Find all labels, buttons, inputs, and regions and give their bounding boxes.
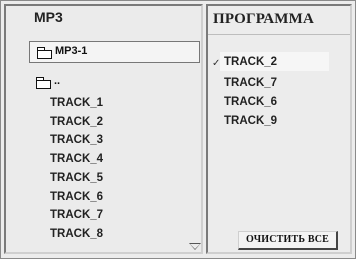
program-list-item[interactable]: TRACK_7 xyxy=(224,77,277,89)
scroll-down-icon[interactable] xyxy=(189,243,201,250)
clear-all-button[interactable]: ОЧИСТИТЬ ВСЕ xyxy=(238,231,338,250)
track-list-item[interactable]: TRACK_1 xyxy=(50,97,103,109)
track-list-item[interactable]: TRACK_6 xyxy=(50,191,103,203)
program-list-item[interactable]: TRACK_9 xyxy=(224,115,277,127)
folder-icon xyxy=(36,77,51,89)
mp3-panel: MP3 MP3-1 .. TRACK_1 TRACK_2 TRACK_3 TRA… xyxy=(4,4,203,254)
program-list-item[interactable]: TRACK_2 xyxy=(224,56,277,68)
current-folder-label: MP3-1 xyxy=(55,45,88,57)
check-icon: ✓ xyxy=(212,58,221,69)
track-list-item[interactable]: TRACK_5 xyxy=(50,172,103,184)
folder-icon xyxy=(37,47,52,59)
track-list-item[interactable]: TRACK_8 xyxy=(50,228,103,240)
mp3-panel-title: MP3 xyxy=(34,9,63,25)
program-panel-divider xyxy=(208,34,350,35)
program-panel: ПРОГРАММА ✓ TRACK_2 TRACK_7 TRACK_6 TRAC… xyxy=(206,4,352,254)
current-folder-field[interactable]: MP3-1 xyxy=(29,41,200,63)
track-list-item[interactable]: TRACK_7 xyxy=(50,209,103,221)
track-list-item[interactable]: TRACK_3 xyxy=(50,134,103,146)
program-panel-title: ПРОГРАММА xyxy=(213,11,314,27)
window-frame: MP3 MP3-1 .. TRACK_1 TRACK_2 TRACK_3 TRA… xyxy=(0,0,356,259)
track-list-item[interactable]: TRACK_2 xyxy=(50,116,103,128)
program-list-item[interactable]: TRACK_6 xyxy=(224,96,277,108)
track-list-item[interactable]: TRACK_4 xyxy=(50,153,103,165)
parent-folder-label: .. xyxy=(54,75,61,87)
parent-folder-item[interactable]: .. xyxy=(36,75,96,89)
